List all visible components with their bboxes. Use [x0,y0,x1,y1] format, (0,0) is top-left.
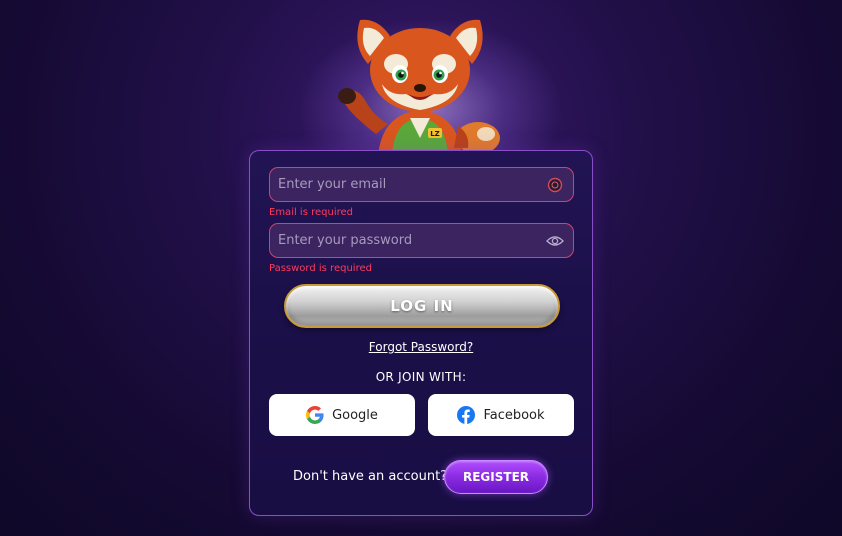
facebook-logo-icon [457,406,476,424]
password-field-wrapper [269,223,574,258]
facebook-label: Facebook [483,407,545,423]
register-button[interactable]: REGISTER [444,460,548,494]
email-error: Email is required [269,207,353,218]
red-panda-mascot: LZ [338,19,500,156]
email-field-wrapper [269,167,574,202]
eye-icon[interactable] [546,232,564,250]
join-with-label: OR JOIN WITH: [375,370,467,384]
facebook-login-button[interactable]: Facebook [428,394,574,436]
google-login-button[interactable]: Google [269,394,415,436]
signup-row: Don't have an account? REGISTER [250,460,592,494]
no-account-text: Don't have an account? [293,469,448,484]
svg-text:LZ: LZ [430,130,440,138]
password-error: Password is required [269,263,372,274]
login-card: Email is required Password is required L… [249,150,593,516]
password-input[interactable] [270,224,546,257]
email-status-icon [546,176,564,194]
google-logo-icon [306,406,324,424]
google-label: Google [332,407,378,423]
login-button[interactable]: LOG IN [284,284,560,328]
email-input[interactable] [270,168,546,201]
forgot-password-link[interactable]: Forgot Password? [250,340,592,354]
login-screen: LZ Enter your email Email is required Pa… [0,0,842,536]
